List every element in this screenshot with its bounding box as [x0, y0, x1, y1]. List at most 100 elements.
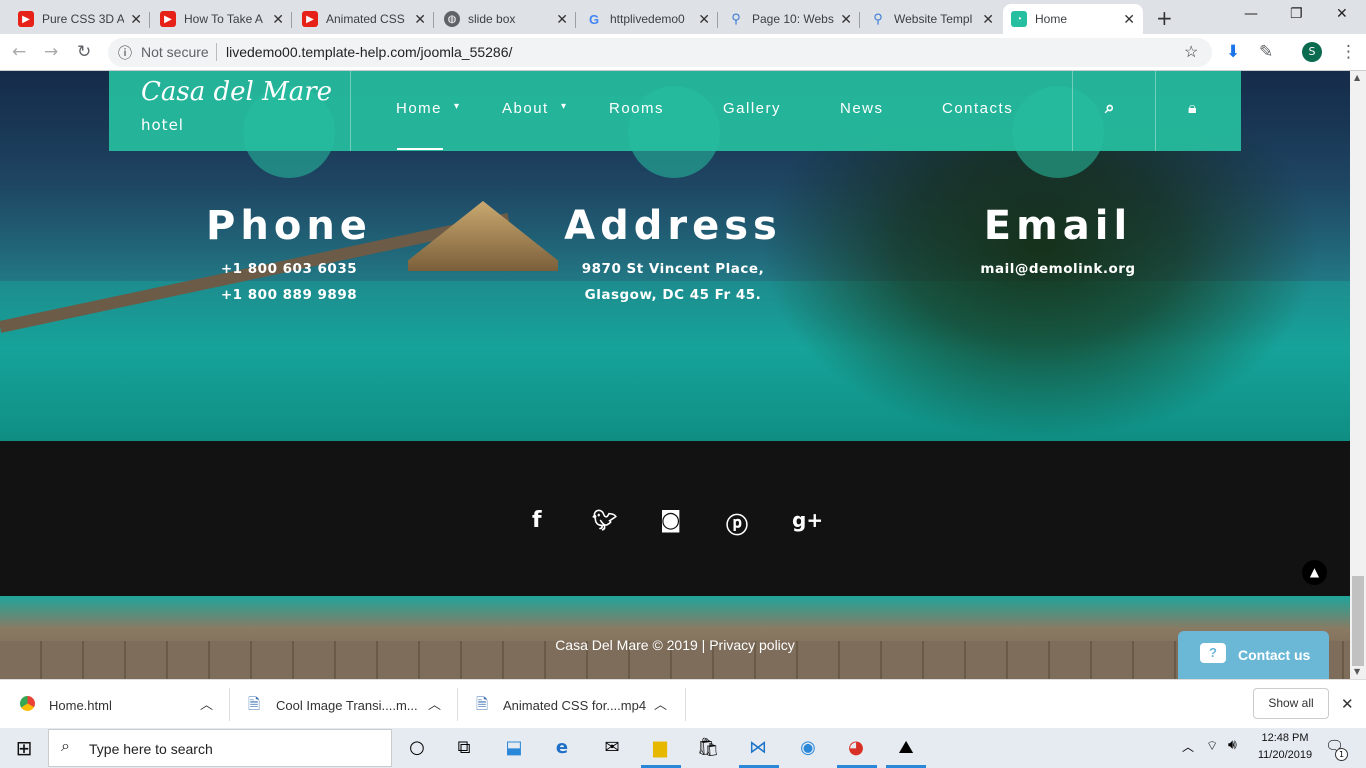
- phone-line-1[interactable]: +1 800 603 6035: [139, 261, 439, 277]
- wifi-icon[interactable]: ⌔: [1206, 738, 1218, 754]
- browser-toolbar: ← → ↻ ⓘ Not secure livedemo00.template-h…: [0, 34, 1366, 71]
- contact-us-button[interactable]: ? Contact us: [1178, 631, 1329, 679]
- tab-animated-css[interactable]: ▶ Animated CSS ✕: [294, 4, 434, 34]
- close-icon[interactable]: ✕: [698, 11, 710, 28]
- info-icon[interactable]: ⓘ: [118, 43, 132, 63]
- new-tab-icon[interactable]: +: [1156, 6, 1173, 30]
- scrollbar-thumb[interactable]: [1352, 576, 1364, 666]
- address-line-1: 9870 St Vincent Place,: [581, 261, 765, 277]
- close-icon[interactable]: ✕: [130, 11, 142, 28]
- lock-icon[interactable]: 🔒︎: [1188, 98, 1197, 118]
- profile-avatar[interactable]: S: [1302, 42, 1322, 62]
- download-item[interactable]: Home.html ︿: [0, 680, 230, 729]
- mail-icon[interactable]: ✉: [598, 734, 626, 762]
- youtube-icon: ▶: [160, 11, 176, 27]
- windows-taskbar: ⊞ ⌕ Type here to search ○ ⧉ ⬓ e ✉ ▆ 🛍︎ ⋈…: [0, 728, 1366, 768]
- site-icon: ◔: [1011, 11, 1027, 27]
- address-bar[interactable]: ⓘ Not secure livedemo00.template-help.co…: [108, 38, 1212, 67]
- email-address[interactable]: mail@demolink.org: [908, 261, 1208, 277]
- nav-contacts[interactable]: Contacts: [942, 100, 1013, 117]
- eyedropper-icon[interactable]: ✎: [1259, 42, 1273, 62]
- maximize-icon[interactable]: ❐: [1290, 6, 1303, 22]
- tab-page-10[interactable]: ⚲ Page 10: Webs ✕: [720, 4, 860, 34]
- clock-date[interactable]: 11/20/2019: [1253, 749, 1317, 761]
- tab-title: Website Templ: [894, 12, 973, 26]
- tab-slide-box[interactable]: ◍ slide box ✕: [436, 4, 576, 34]
- show-all-button[interactable]: Show all: [1253, 688, 1329, 719]
- edge-icon[interactable]: e: [548, 734, 576, 762]
- close-icon[interactable]: ✕: [1123, 11, 1135, 28]
- back-icon[interactable]: ←: [12, 42, 26, 62]
- tab-title: Page 10: Webs: [752, 12, 834, 26]
- download-item[interactable]: 🗎 Cool Image Transi....m... ︿: [230, 680, 458, 729]
- clock-time[interactable]: 12:48 PM: [1255, 732, 1315, 744]
- chevron-up-icon[interactable]: ︿: [200, 694, 213, 713]
- tab-title: slide box: [468, 12, 516, 26]
- bookmark-star-icon[interactable]: ☆: [1184, 42, 1198, 62]
- network-app-icon[interactable]: ⬓: [500, 734, 528, 762]
- photos-icon[interactable]: ⛰: [892, 734, 920, 762]
- window-close-icon[interactable]: ✕: [1336, 6, 1348, 22]
- contact-us-label: Contact us: [1238, 647, 1311, 663]
- tab-title: How To Take A: [184, 12, 263, 26]
- store-icon[interactable]: 🛍︎: [694, 734, 722, 762]
- tab-httplivedemo[interactable]: G httplivedemo0 ✕: [578, 4, 718, 34]
- chevron-up-icon[interactable]: ︿: [1182, 738, 1194, 755]
- chat-icon: ?: [1200, 643, 1226, 663]
- url-text[interactable]: livedemo00.template-help.com/joomla_5528…: [226, 44, 512, 60]
- chrome-icon[interactable]: ◕: [842, 734, 870, 762]
- twitter-icon[interactable]: 🐦︎: [592, 508, 617, 532]
- minimize-icon[interactable]: —: [1244, 6, 1258, 22]
- logo-script[interactable]: Casa del Mare: [141, 77, 332, 107]
- taskbar-search-box[interactable]: ⌕ Type here to search: [48, 729, 392, 767]
- phone-heading: Phone: [206, 203, 372, 249]
- nav-about[interactable]: About: [502, 100, 549, 117]
- tab-how-to-take[interactable]: ▶ How To Take A ✕: [152, 4, 292, 34]
- close-icon[interactable]: ✕: [272, 11, 284, 28]
- cortana-icon[interactable]: ○: [403, 734, 431, 762]
- close-icon[interactable]: ✕: [1341, 695, 1354, 713]
- scroll-to-top-button[interactable]: ▲: [1302, 560, 1327, 585]
- tab-home[interactable]: ◔ Home ✕: [1003, 4, 1143, 34]
- close-icon[interactable]: ✕: [556, 11, 568, 28]
- menu-icon[interactable]: ⋮: [1340, 42, 1357, 62]
- volume-icon[interactable]: 🔊︎: [1228, 737, 1237, 753]
- reload-icon[interactable]: ↻: [77, 42, 91, 62]
- close-icon[interactable]: ✕: [982, 11, 994, 28]
- youtube-icon: ▶: [18, 11, 34, 27]
- tab-pure-css[interactable]: ▶ Pure CSS 3D A ✕: [10, 4, 150, 34]
- windows-start-icon[interactable]: ⊞: [10, 734, 38, 762]
- tab-website-templ[interactable]: ⚲ Website Templ ✕: [862, 4, 1002, 34]
- browser-tab-strip: ▶ Pure CSS 3D A ✕ ▶ How To Take A ✕ ▶ An…: [0, 0, 1366, 34]
- search-icon[interactable]: ⌕: [1105, 98, 1115, 118]
- forward-icon[interactable]: →: [44, 42, 58, 62]
- nav-rooms[interactable]: Rooms: [609, 100, 664, 117]
- pinterest-icon[interactable]: ⓟ: [726, 508, 748, 540]
- file-explorer-icon[interactable]: ▆: [646, 734, 674, 762]
- tab-title: Pure CSS 3D A: [42, 12, 125, 26]
- google-plus-icon[interactable]: g+: [792, 508, 823, 532]
- nav-gallery[interactable]: Gallery: [723, 100, 781, 117]
- file-icon: 🗎: [476, 696, 489, 713]
- browser-app-icon[interactable]: ◉: [794, 734, 822, 762]
- template-icon: ⚲: [731, 11, 741, 26]
- close-icon[interactable]: ✕: [414, 11, 426, 28]
- task-view-icon[interactable]: ⧉: [450, 734, 478, 762]
- download-icon[interactable]: ⬇: [1226, 42, 1240, 62]
- nav-home[interactable]: Home: [396, 100, 442, 117]
- copyright-text[interactable]: Casa Del Mare © 2019 | Privacy policy: [0, 637, 1350, 653]
- phone-line-2[interactable]: +1 800 889 9898: [139, 287, 439, 303]
- address-heading: Address: [564, 203, 782, 249]
- facebook-icon[interactable]: f: [532, 508, 542, 533]
- file-icon: 🗎: [248, 696, 261, 713]
- vscode-icon[interactable]: ⋈: [744, 734, 772, 762]
- instagram-icon[interactable]: ◙: [660, 508, 681, 533]
- search-placeholder: Type here to search: [89, 741, 213, 757]
- close-icon[interactable]: ✕: [840, 11, 852, 28]
- address-line-2: Glasgow, DC 45 Fr 45.: [584, 287, 762, 303]
- download-item[interactable]: 🗎 Animated CSS for....mp4 ︿: [458, 680, 686, 729]
- page-scrollbar[interactable]: ▲ ▼: [1350, 71, 1366, 679]
- chevron-up-icon[interactable]: ︿: [654, 694, 667, 713]
- nav-news[interactable]: News: [840, 100, 884, 117]
- chevron-up-icon[interactable]: ︿: [428, 694, 441, 713]
